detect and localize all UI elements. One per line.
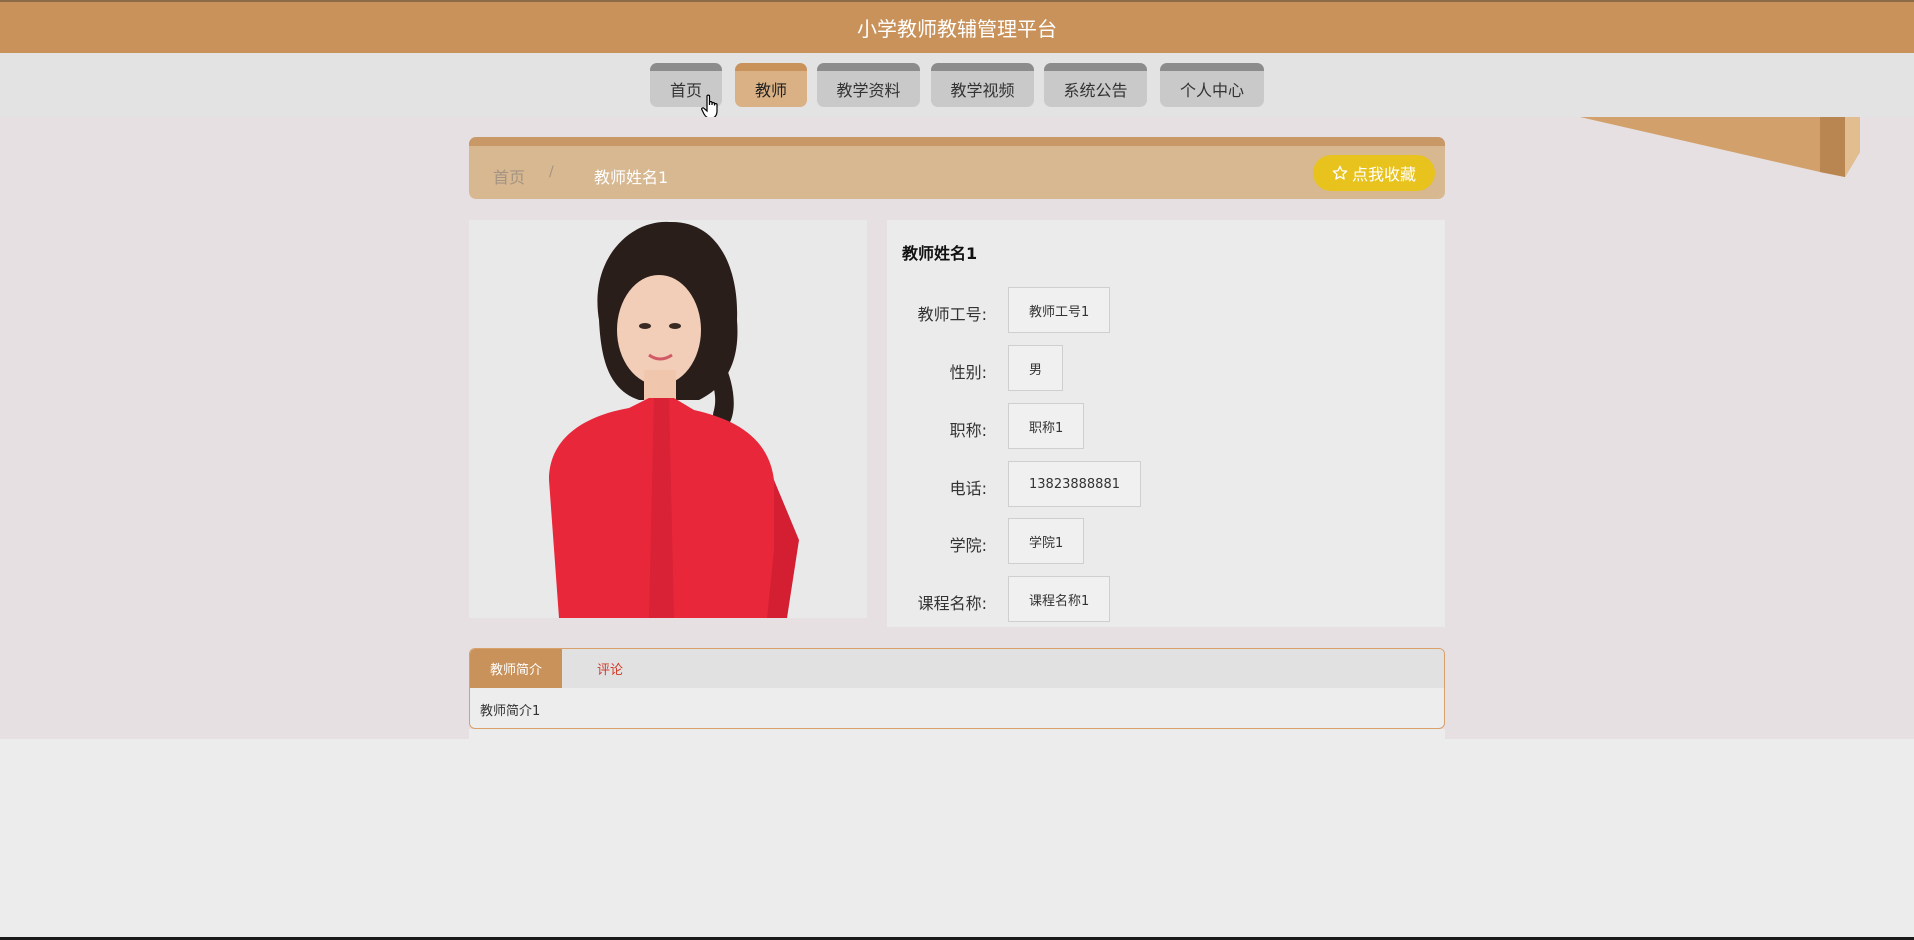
breadcrumb: 首页 / 教师姓名1 点我收藏 <box>469 137 1445 199</box>
college-value: 学院1 <box>1008 518 1085 564</box>
content-area: 首页 / 教师姓名1 点我收藏 教师姓名1 教师工号: 教师工号1 性别: 男 … <box>0 117 1914 739</box>
title-label: 职称: <box>949 421 987 440</box>
info-row-phone: 电话: 13823888881 <box>887 461 1445 507</box>
course-label: 课程名称: <box>917 594 987 613</box>
info-row-teacher-id: 教师工号: 教师工号1 <box>887 287 1445 333</box>
page-strip <box>469 729 1445 739</box>
teacher-name: 教师姓名1 <box>902 244 978 263</box>
teacher-id-label: 教师工号: <box>917 305 987 324</box>
info-row-title: 职称: 职称1 <box>887 403 1445 449</box>
tab-comments[interactable]: 评论 <box>597 649 623 688</box>
breadcrumb-separator: / <box>549 164 554 180</box>
teacher-info-panel: 教师姓名1 教师工号: 教师工号1 性别: 男 职称: 职称1 电话: 1382… <box>887 220 1445 627</box>
college-label: 学院: <box>949 536 987 555</box>
favorite-button[interactable]: 点我收藏 <box>1313 155 1435 191</box>
phone-value: 13823888881 <box>1008 461 1141 507</box>
tab-teacher-intro[interactable]: 教师简介 <box>470 649 562 688</box>
top-header: 小学教师教辅管理平台 <box>0 0 1914 53</box>
teacher-portrait-image <box>469 220 867 618</box>
main-nav: 首页 教师 教学资料 教学视频 系统公告 个人中心 <box>0 53 1914 117</box>
favorite-button-label: 点我收藏 <box>1351 165 1416 184</box>
site-title: 小学教师教辅管理平台 <box>857 17 1057 41</box>
breadcrumb-home-link[interactable]: 首页 <box>493 164 525 188</box>
tabs-header: 教师简介 评论 <box>470 649 1444 688</box>
gender-value: 男 <box>1008 345 1064 391</box>
teacher-id-value: 教师工号1 <box>1008 287 1111 333</box>
info-row-gender: 性别: 男 <box>887 345 1445 391</box>
detail-tabs: 教师简介 评论 教师简介1 <box>469 648 1445 729</box>
star-outline-icon <box>1332 165 1348 180</box>
decorative-ribbon <box>1580 117 1860 177</box>
gender-label: 性别: <box>949 363 987 382</box>
teacher-intro-content: 教师简介1 <box>480 704 541 719</box>
breadcrumb-current: 教师姓名1 <box>594 168 669 187</box>
info-row-course: 课程名称: 课程名称1 <box>887 576 1445 622</box>
teacher-photo <box>469 220 867 618</box>
nav-item-home[interactable]: 首页 <box>650 63 722 107</box>
nav-item-videos[interactable]: 教学视频 <box>931 63 1034 107</box>
nav-item-announcements[interactable]: 系统公告 <box>1044 63 1147 107</box>
nav-item-materials[interactable]: 教学资料 <box>817 63 920 107</box>
title-value: 职称1 <box>1008 403 1085 449</box>
phone-label: 电话: <box>949 479 987 498</box>
nav-item-personal-center[interactable]: 个人中心 <box>1160 63 1264 107</box>
course-value: 课程名称1 <box>1008 576 1111 622</box>
nav-item-teachers[interactable]: 教师 <box>735 63 807 107</box>
info-row-college: 学院: 学院1 <box>887 518 1445 564</box>
